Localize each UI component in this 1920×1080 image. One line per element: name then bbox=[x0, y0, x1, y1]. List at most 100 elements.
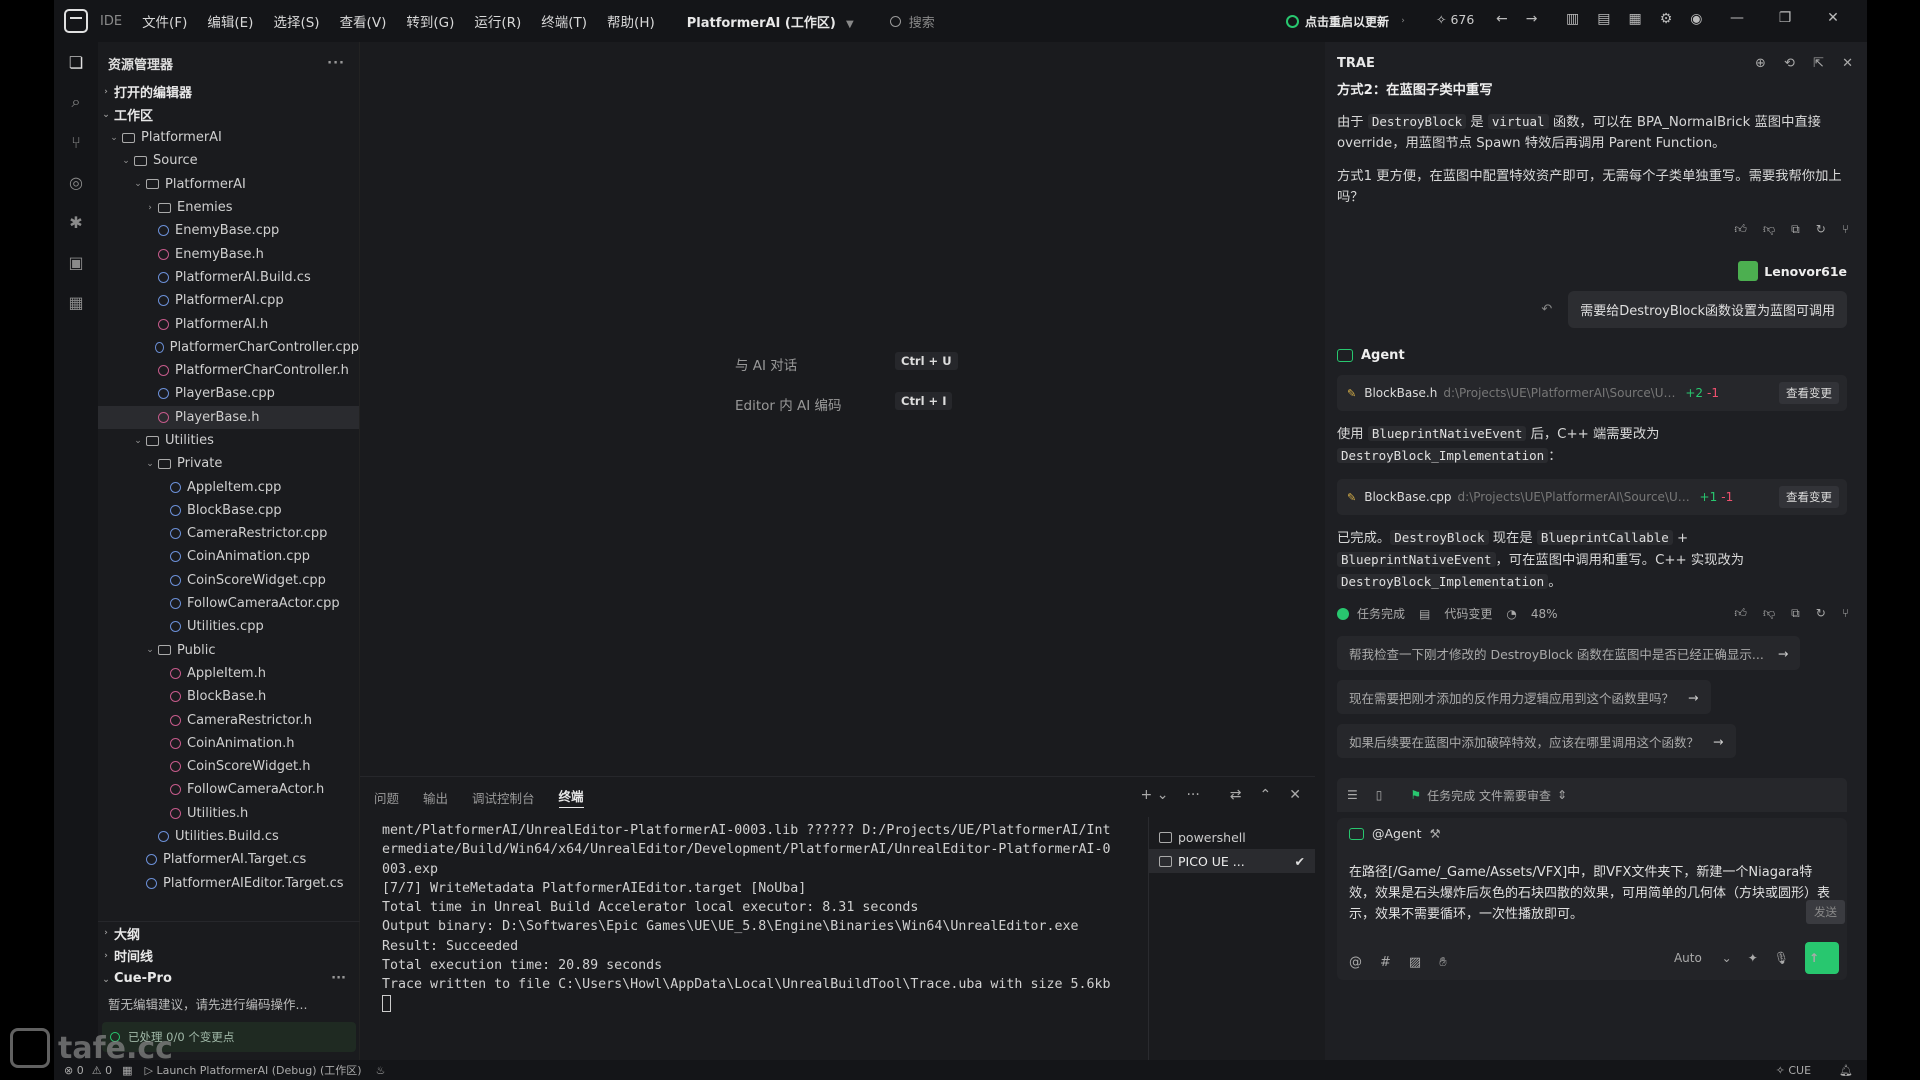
file-change-row[interactable]: ✎ BlockBase.cpp d:\Projects\UE\Platforme… bbox=[1337, 479, 1847, 515]
tree-file[interactable]: CoinScoreWidget.h bbox=[98, 755, 359, 778]
suggestion-item[interactable]: 现在需要把刚才添加的反作用力逻辑应用到这个函数里吗？ → bbox=[1337, 680, 1711, 714]
list-icon[interactable]: ☰ bbox=[1347, 788, 1358, 802]
tree-file[interactable]: CoinScoreWidget.cpp bbox=[98, 569, 359, 592]
tab-problems[interactable]: 问题 bbox=[374, 788, 399, 807]
workspace-selector[interactable]: PlatformerAI (工作区) ▼ bbox=[687, 12, 856, 31]
tree-file[interactable]: PlatformerCharController.h bbox=[98, 359, 359, 382]
toggle-panel-icon[interactable]: ▤ bbox=[1597, 11, 1610, 27]
tree-file[interactable]: PlayerBase.cpp bbox=[98, 382, 359, 405]
thumbs-up-icon[interactable]: 👍︎ bbox=[1734, 606, 1747, 621]
eye-icon[interactable]: ◎ bbox=[54, 162, 98, 202]
tree-file[interactable]: PlatformerAI.h bbox=[98, 312, 359, 335]
source-control-icon[interactable]: ⑂ bbox=[54, 122, 98, 162]
menu-run[interactable]: 运行(R) bbox=[474, 11, 521, 31]
workspace-section[interactable]: ⌄ 工作区 bbox=[98, 103, 359, 126]
send-button[interactable]: ↑ bbox=[1805, 942, 1839, 974]
tree-file[interactable]: CameraRestrictor.cpp bbox=[98, 522, 359, 545]
timeline-section[interactable]: › 时间线 bbox=[98, 944, 360, 967]
close-icon[interactable]: ✕ bbox=[1809, 10, 1857, 26]
tree-file[interactable]: PlatformerAI.Target.cs bbox=[98, 848, 359, 871]
tree-file[interactable]: FollowCameraActor.h bbox=[98, 778, 359, 801]
thumbs-up-icon[interactable]: 👍︎ bbox=[1734, 222, 1747, 237]
tree-file[interactable]: BlockBase.cpp bbox=[98, 499, 359, 522]
remote-icon[interactable]: ▣ bbox=[54, 242, 98, 282]
menu-select[interactable]: 选择(S) bbox=[273, 11, 319, 31]
thumbs-down-icon[interactable]: 👎︎ bbox=[1763, 222, 1775, 237]
more-icon[interactable]: ··· bbox=[1186, 787, 1199, 803]
copy-icon[interactable]: ⧉ bbox=[1791, 222, 1800, 237]
cue-pro-section[interactable]: ⌄ Cue-Pro ··· bbox=[98, 967, 360, 990]
tree-file[interactable]: PlayerBase.h bbox=[98, 405, 359, 429]
at-icon[interactable]: @ bbox=[1349, 955, 1362, 970]
flame-icon[interactable]: ♨ bbox=[376, 1064, 386, 1077]
tree-folder[interactable]: ⌄ Utilities bbox=[98, 429, 359, 452]
popout-icon[interactable]: ⇱ bbox=[1813, 56, 1824, 71]
tab-terminal[interactable]: 终端 bbox=[558, 786, 584, 808]
tree-file[interactable]: Utilities.Build.cs bbox=[98, 825, 359, 848]
spark-counter[interactable]: ✧ 676 bbox=[1436, 12, 1474, 27]
composer-input[interactable]: 在路径[/Game/_Game/Assets/VFX]中，即VFX文件夹下，新建… bbox=[1349, 862, 1835, 925]
hash-icon[interactable]: # bbox=[1380, 955, 1391, 970]
toggle-secondary-icon[interactable]: ▦ bbox=[1628, 11, 1641, 27]
tree-file[interactable]: CoinAnimation.cpp bbox=[98, 545, 359, 568]
close-icon[interactable]: ✕ bbox=[1842, 56, 1853, 71]
branch-icon[interactable]: ⑂ bbox=[1842, 222, 1849, 237]
code-changes-label[interactable]: 代码变更 bbox=[1444, 605, 1492, 622]
cue-indicator[interactable]: ✧ CUE bbox=[1776, 1064, 1811, 1077]
tree-file[interactable]: PlatformerAI.cpp bbox=[98, 289, 359, 312]
terminal-item-powershell[interactable]: powershell bbox=[1149, 825, 1315, 849]
file-change-row[interactable]: ✎ BlockBase.h d:\Projects\UE\PlatformerA… bbox=[1337, 375, 1847, 411]
open-editors-section[interactable]: › 打开的编辑器 bbox=[98, 80, 359, 103]
tree-file[interactable]: Utilities.cpp bbox=[98, 615, 359, 638]
outline-section[interactable]: › 大纲 bbox=[98, 921, 360, 944]
new-chat-icon[interactable]: ⊕ bbox=[1755, 56, 1766, 71]
tree-file[interactable]: Utilities.h bbox=[98, 802, 359, 825]
launch-config[interactable]: ▷ Launch PlatformerAI (Debug) (工作区) bbox=[145, 1062, 362, 1078]
agent-mention[interactable]: @Agent ⚒ bbox=[1349, 826, 1441, 841]
tree-file[interactable]: BlockBase.h bbox=[98, 685, 359, 708]
tree-folder[interactable]: ⌄ Private bbox=[98, 452, 359, 475]
maximize-icon[interactable]: ❐ bbox=[1761, 10, 1809, 26]
hand-icon[interactable]: ✋︎ bbox=[1439, 955, 1446, 970]
gear-icon[interactable]: ⚙ bbox=[1660, 11, 1673, 27]
undo-icon[interactable]: ↶ bbox=[1541, 302, 1552, 317]
tree-folder[interactable]: › Enemies bbox=[98, 196, 359, 219]
close-panel-icon[interactable]: ✕ bbox=[1289, 787, 1301, 803]
extensions-icon[interactable]: ▦ bbox=[54, 282, 98, 322]
more-icon[interactable]: ··· bbox=[331, 971, 346, 986]
tree-file[interactable]: CoinAnimation.h bbox=[98, 732, 359, 755]
chat-composer[interactable]: @Agent ⚒ 在路径[/Game/_Game/Assets/VFX]中，即VF… bbox=[1337, 818, 1847, 980]
branch-icon[interactable]: ⑂ bbox=[1842, 606, 1849, 621]
terminal-item-pico[interactable]: PICO UE ... ✔ bbox=[1149, 849, 1315, 873]
view-changes-button[interactable]: 查看变更 bbox=[1779, 382, 1839, 404]
suggestion-item[interactable]: 帮我检查一下刚才修改的 DestroyBlock 函数在蓝图中是否已经正确显示.… bbox=[1337, 636, 1801, 670]
tree-file[interactable]: AppleItem.cpp bbox=[98, 475, 359, 498]
tree-folder[interactable]: ⌄ PlatformerAI bbox=[98, 173, 359, 196]
update-button[interactable]: 点击重启以更新 › bbox=[1286, 10, 1409, 32]
tree-file[interactable]: AppleItem.h bbox=[98, 662, 359, 685]
account-icon[interactable]: ◉ bbox=[1690, 11, 1702, 27]
menu-edit[interactable]: 编辑(E) bbox=[207, 11, 253, 31]
sparkle-icon[interactable]: ✦ bbox=[1748, 951, 1758, 965]
tree-file[interactable]: CameraRestrictor.h bbox=[98, 708, 359, 731]
tree-file[interactable]: PlatformerCharController.cpp bbox=[98, 336, 359, 359]
mode-selector[interactable]: Auto ⌄ bbox=[1674, 951, 1732, 965]
tab-debug-console[interactable]: 调试控制台 bbox=[472, 788, 535, 807]
tree-file[interactable]: EnemyBase.h bbox=[98, 242, 359, 265]
copy-icon[interactable]: ⧉ bbox=[1791, 606, 1800, 621]
file-icon[interactable]: ▯ bbox=[1376, 788, 1383, 802]
menu-terminal[interactable]: 终端(T) bbox=[541, 11, 587, 31]
debug-icon[interactable]: ✱ bbox=[54, 202, 98, 242]
retry-icon[interactable]: ↻ bbox=[1816, 606, 1826, 621]
composer-status-text[interactable]: 任务完成 文件需要审查 bbox=[1427, 787, 1551, 804]
toggle-sidebar-icon[interactable]: ▥ bbox=[1566, 11, 1579, 27]
thumbs-down-icon[interactable]: 👎︎ bbox=[1763, 606, 1775, 621]
maximize-panel-icon[interactable]: ⌃ bbox=[1260, 787, 1272, 803]
menu-view[interactable]: 查看(V) bbox=[340, 11, 387, 31]
retry-icon[interactable]: ↻ bbox=[1816, 222, 1826, 237]
view-changes-button[interactable]: 查看变更 bbox=[1779, 486, 1839, 508]
menu-help[interactable]: 帮助(H) bbox=[607, 11, 655, 31]
tree-folder[interactable]: ⌄ Public bbox=[98, 639, 359, 662]
more-icon[interactable]: ··· bbox=[327, 56, 345, 71]
minimize-icon[interactable]: — bbox=[1713, 10, 1761, 26]
